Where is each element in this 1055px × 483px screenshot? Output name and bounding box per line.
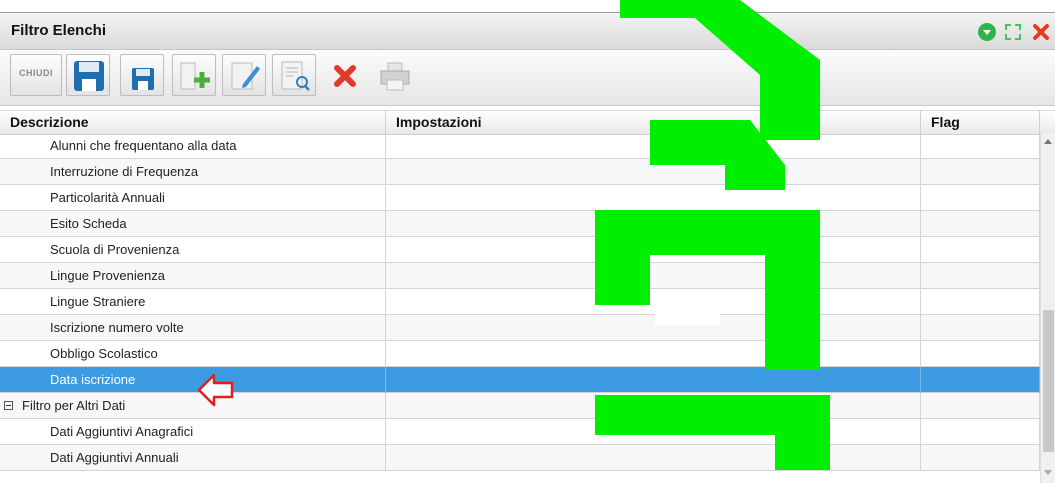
delete-button[interactable] [322, 54, 366, 96]
cell-impostazioni[interactable] [386, 315, 921, 341]
table-row[interactable]: Interruzione di Frequenza [0, 159, 1040, 185]
row-label: Obbligo Scolastico [50, 346, 158, 361]
cell-descrizione: Lingue Straniere [0, 289, 386, 315]
table-row[interactable]: Dati Aggiuntivi Annuali [0, 445, 1040, 471]
cell-descrizione: Iscrizione numero volte [0, 315, 386, 341]
add-icon [180, 62, 210, 90]
cell-flag[interactable] [921, 419, 1040, 445]
cell-flag[interactable] [921, 133, 1040, 159]
cell-descrizione: Particolarità Annuali [0, 185, 386, 211]
pointer-arrow-icon [197, 373, 234, 407]
window-title: Filtro Elenchi [11, 22, 107, 39]
cell-descrizione: Esito Scheda [0, 211, 386, 237]
cell-impostazioni[interactable] [386, 341, 921, 367]
cell-descrizione: Scuola di Provenienza [0, 237, 386, 263]
save-small-button[interactable] [120, 54, 164, 96]
delete-icon [334, 65, 356, 87]
window-titlebar: Filtro Elenchi [0, 13, 1055, 50]
cell-descrizione: Obbligo Scolastico [0, 341, 386, 367]
column-header-flag[interactable]: Flag [921, 111, 1040, 134]
table-row[interactable]: Lingue Provenienza [0, 263, 1040, 289]
row-label: Lingue Provenienza [50, 268, 165, 283]
table-header: Descrizione Impostazioni Flag [0, 110, 1055, 135]
cell-impostazioni[interactable] [386, 263, 921, 289]
toolbar: CHIUDI [0, 50, 1055, 106]
cell-flag[interactable] [921, 393, 1040, 419]
cell-impostazioni[interactable] [386, 237, 921, 263]
edit-button[interactable] [222, 54, 266, 96]
cell-impostazioni[interactable] [386, 393, 921, 419]
table-body: Alunni che frequentano alla data Interru… [0, 133, 1040, 483]
column-header-impostazioni[interactable]: Impostazioni [386, 111, 921, 134]
print-button[interactable] [372, 54, 416, 96]
cell-flag[interactable] [921, 263, 1040, 289]
cell-impostazioni[interactable] [386, 445, 921, 471]
expand-icon[interactable] [977, 22, 997, 42]
table-row[interactable]: Iscrizione numero volte [0, 315, 1040, 341]
cell-flag[interactable] [921, 315, 1040, 341]
add-button[interactable] [172, 54, 216, 96]
fullscreen-icon[interactable] [1003, 22, 1023, 42]
save-icon [74, 61, 104, 91]
row-label: Lingue Straniere [50, 294, 146, 309]
scroll-up-icon[interactable] [1044, 139, 1052, 144]
row-label: Particolarità Annuali [50, 190, 165, 205]
table-row[interactable]: Obbligo Scolastico [0, 341, 1040, 367]
row-label: Iscrizione numero volte [50, 320, 184, 335]
cell-descrizione: Dati Aggiuntivi Anagrafici [0, 419, 386, 445]
close-button[interactable]: CHIUDI [10, 54, 62, 96]
group-label: Filtro per Altri Dati [22, 398, 126, 413]
row-label: Esito Scheda [50, 216, 127, 231]
edit-icon [231, 62, 260, 90]
cell-descrizione: Data iscrizione [0, 367, 386, 393]
preview-icon [281, 61, 310, 91]
cell-descrizione: Alunni che frequentano alla data [0, 133, 386, 159]
cell-flag[interactable] [921, 367, 1040, 393]
close-button-label: CHIUDI [19, 68, 53, 78]
cell-descrizione: Interruzione di Frequenza [0, 159, 386, 185]
table-row[interactable]: Esito Scheda [0, 211, 1040, 237]
table-row[interactable]: Alunni che frequentano alla data [0, 133, 1040, 159]
cell-impostazioni[interactable] [386, 159, 921, 185]
cell-impostazioni[interactable] [386, 367, 921, 393]
row-label: Data iscrizione [50, 372, 136, 387]
cell-flag[interactable] [921, 211, 1040, 237]
cell-impostazioni[interactable] [386, 419, 921, 445]
row-label: Dati Aggiuntivi Anagrafici [50, 424, 194, 439]
table-row[interactable]: Scuola di Provenienza [0, 237, 1040, 263]
scroll-down-icon[interactable] [1044, 470, 1052, 475]
row-label: Scuola di Provenienza [50, 242, 180, 257]
cell-flag[interactable] [921, 341, 1040, 367]
table-row-selected[interactable]: Data iscrizione [0, 367, 1040, 393]
cell-flag[interactable] [921, 159, 1040, 185]
cell-descrizione: Lingue Provenienza [0, 263, 386, 289]
scrollbar-thumb[interactable] [1043, 310, 1054, 452]
cell-flag[interactable] [921, 185, 1040, 211]
cell-descrizione: Filtro per Altri Dati [0, 393, 386, 419]
table-group-row[interactable]: Filtro per Altri Dati [0, 393, 1040, 419]
vertical-scrollbar[interactable] [1040, 133, 1055, 483]
cell-descrizione: Dati Aggiuntivi Annuali [0, 445, 386, 471]
table-row[interactable]: Lingue Straniere [0, 289, 1040, 315]
cell-flag[interactable] [921, 445, 1040, 471]
cell-flag[interactable] [921, 289, 1040, 315]
save-small-icon [132, 68, 154, 90]
cell-impostazioni[interactable] [386, 133, 921, 159]
table-row[interactable]: Dati Aggiuntivi Anagrafici [0, 419, 1040, 445]
cell-flag[interactable] [921, 237, 1040, 263]
close-icon[interactable] [1031, 22, 1051, 42]
print-icon [380, 62, 410, 91]
table-row[interactable]: Particolarità Annuali [0, 185, 1040, 211]
cell-impostazioni[interactable] [386, 185, 921, 211]
row-label: Dati Aggiuntivi Annuali [50, 450, 179, 465]
row-label: Alunni che frequentano alla data [50, 138, 237, 153]
collapse-icon[interactable] [4, 401, 13, 410]
column-header-descrizione[interactable]: Descrizione [0, 111, 386, 134]
cell-impostazioni[interactable] [386, 211, 921, 237]
save-button[interactable] [66, 54, 110, 96]
row-label: Interruzione di Frequenza [50, 164, 199, 179]
preview-button[interactable] [272, 54, 316, 96]
cell-impostazioni[interactable] [386, 289, 921, 315]
